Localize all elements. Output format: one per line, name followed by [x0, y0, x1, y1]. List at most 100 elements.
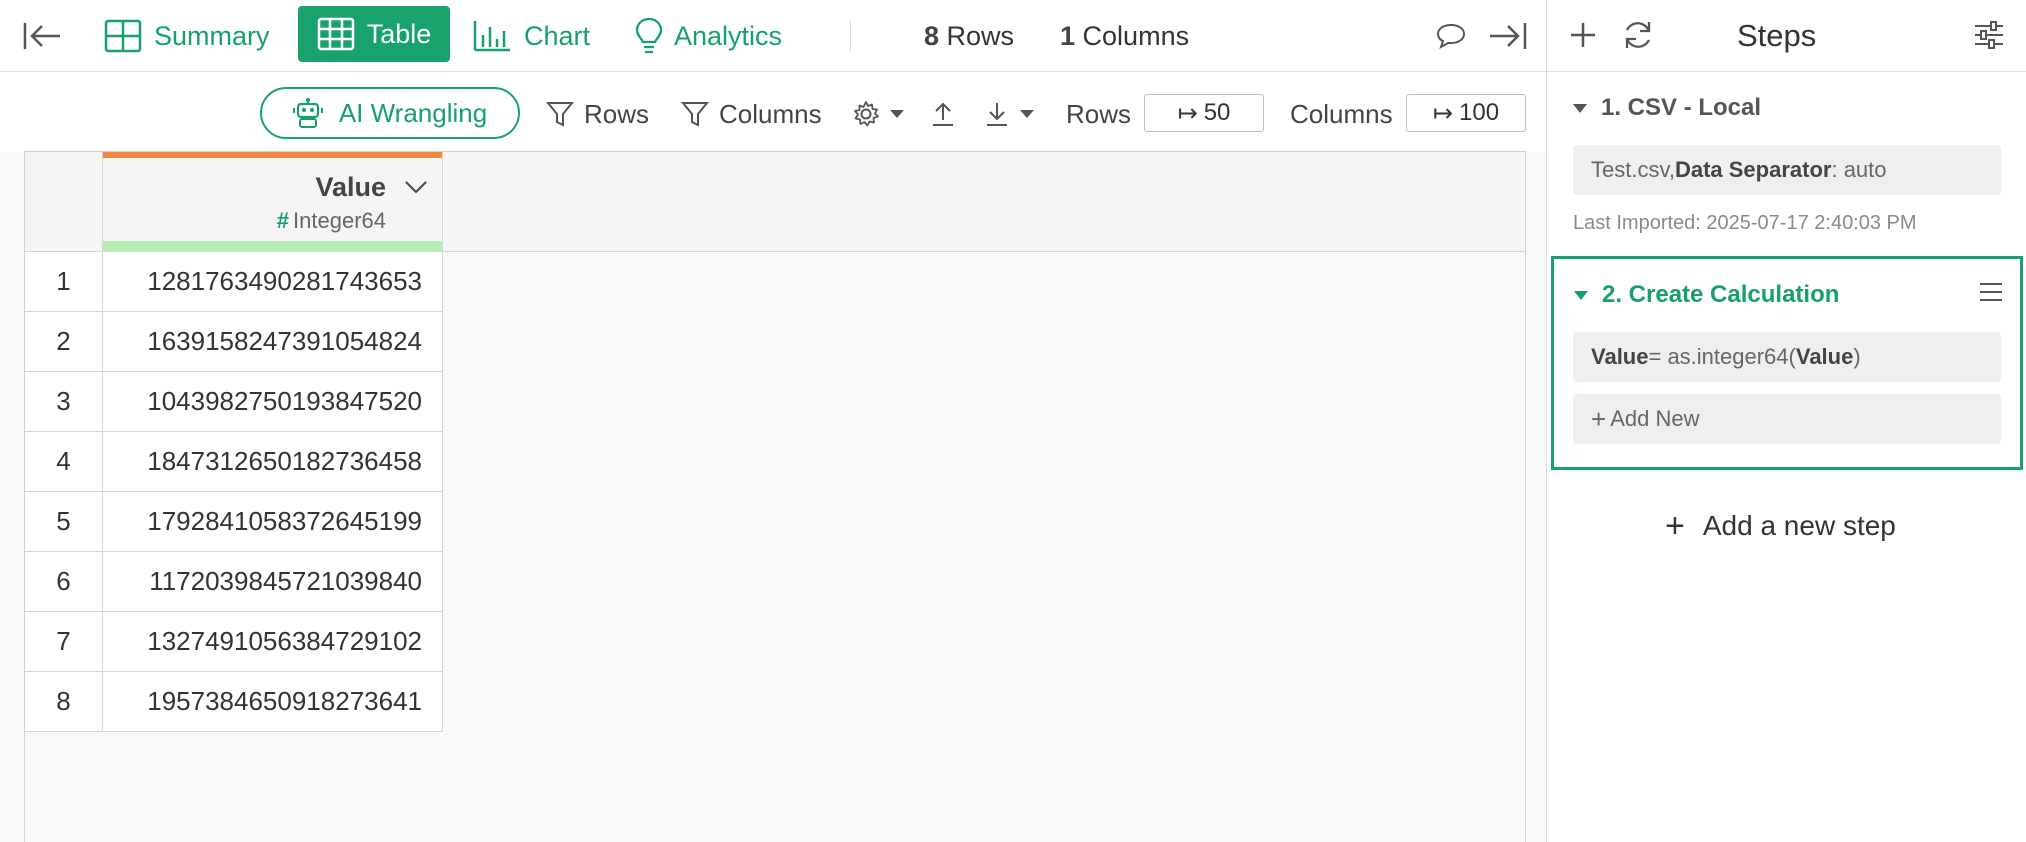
table-icon: [317, 17, 354, 51]
plus-icon: +: [1665, 506, 1685, 545]
row-number: 7: [25, 612, 103, 672]
collapse-triangle-icon[interactable]: [1573, 103, 1587, 113]
cell-value[interactable]: 1281763490281743653: [103, 252, 443, 312]
chevron-down-icon[interactable]: [404, 180, 428, 199]
table-row[interactable]: 8 1957384650918273641: [25, 672, 443, 732]
plus-icon: +: [1591, 403, 1607, 434]
rows-limit-input[interactable]: ↦ 50: [1144, 94, 1264, 132]
step-1-title: 1. CSV - Local: [1601, 94, 1762, 121]
upload-icon: [933, 102, 953, 126]
step-2-card[interactable]: 2. Create Calculation Value = as.integer…: [1551, 256, 2023, 470]
divider: [850, 20, 851, 52]
table-row[interactable]: 7 1327491056384729102: [25, 612, 443, 672]
cell-value[interactable]: 1847312650182736458: [103, 432, 443, 492]
data-table: Value # Integer64 1 1281763490281743653 2…: [24, 151, 1526, 842]
menu-icon[interactable]: [1978, 281, 2004, 308]
row-number: 3: [25, 372, 103, 432]
column-type: # Integer64: [277, 208, 386, 234]
columns-limit-label: Columns: [1290, 98, 1393, 129]
settings-dropdown[interactable]: [852, 92, 904, 136]
arrow-right-bar-icon: ↦: [1432, 99, 1454, 127]
step-1-sep-key: Data Separator: [1674, 157, 1832, 182]
refresh-icon[interactable]: [1621, 18, 1655, 57]
top-bar: Summary Table Chart Analytics 8 Rows 1 C…: [0, 0, 1546, 72]
row-number: 2: [25, 312, 103, 372]
tab-chart-label: Chart: [524, 20, 591, 51]
cell-value[interactable]: 1957384650918273641: [103, 672, 443, 732]
step-1-sep-value: : auto: [1831, 157, 1887, 182]
bar-chart-icon: [473, 21, 510, 52]
rows-filter-button[interactable]: Rows: [546, 92, 649, 136]
table-row[interactable]: 5 1792841058372645199: [25, 492, 443, 552]
tab-analytics[interactable]: Analytics: [634, 0, 782, 72]
add-step-button[interactable]: + Add a new step: [1665, 504, 1896, 548]
steps-panel: Steps 1. CSV - Local Test.csv, Data Sepa…: [1546, 0, 2026, 842]
download-icon: [987, 103, 1007, 126]
add-new-label: Add New: [1610, 406, 1700, 431]
download-dropdown[interactable]: [984, 92, 1044, 136]
grid-icon: [104, 19, 142, 53]
table-row[interactable]: 4 1847312650182736458: [25, 432, 443, 492]
table-row[interactable]: 2 1639158247391054824: [25, 312, 443, 372]
row-number: 1: [25, 252, 103, 312]
gear-icon: [854, 101, 879, 127]
steps-header: Steps: [1547, 0, 2026, 72]
tab-chart[interactable]: Chart: [472, 0, 590, 72]
expand-right-icon[interactable]: [1488, 0, 1528, 72]
table-row[interactable]: 3 1043982750193847520: [25, 372, 443, 432]
table-row[interactable]: 6 1172039845721039840: [25, 552, 443, 612]
cell-value[interactable]: 1327491056384729102: [103, 612, 443, 672]
expr-close: ): [1853, 344, 1861, 369]
sliders-icon[interactable]: [1973, 18, 2005, 57]
step-1-file: Test.csv,: [1591, 157, 1675, 182]
step-2-header[interactable]: 2. Create Calculation: [1574, 275, 1839, 315]
header-filler: [443, 152, 1525, 252]
collapse-left-icon[interactable]: [22, 0, 62, 72]
rows-count: 8 Rows: [924, 0, 1014, 72]
cell-value[interactable]: 1792841058372645199: [103, 492, 443, 552]
add-step-label: Add a new step: [1702, 510, 1896, 541]
upload-button[interactable]: [930, 92, 966, 136]
caret-down-icon: [890, 110, 904, 118]
hash-icon: #: [276, 208, 290, 233]
calculation-expression[interactable]: Value = as.integer64(Value): [1573, 332, 2001, 382]
steps-title: Steps: [1737, 18, 1817, 53]
collapse-triangle-icon[interactable]: [1574, 290, 1588, 300]
app-window: Summary Table Chart Analytics 8 Rows 1 C…: [0, 0, 2026, 842]
expr-target: Value: [1591, 344, 1649, 369]
filter-icon: [546, 102, 574, 127]
filter-icon: [681, 102, 709, 127]
plus-icon[interactable]: [1567, 18, 1599, 57]
columns-count-label: Columns: [1082, 20, 1190, 51]
rows-filter-label: Rows: [584, 98, 650, 129]
arrow-right-bar-icon: ↦: [1177, 99, 1198, 127]
step-1-detail[interactable]: Test.csv, Data Separator: auto: [1573, 145, 2001, 195]
tab-summary[interactable]: Summary: [104, 0, 270, 72]
tab-summary-label: Summary: [154, 20, 270, 51]
comment-icon[interactable]: [1436, 0, 1466, 72]
robot-icon: [292, 98, 323, 128]
step-1-header[interactable]: 1. CSV - Local: [1573, 88, 1761, 128]
columns-filter-button[interactable]: Columns: [681, 92, 822, 136]
column-quality-bar: [103, 241, 442, 251]
tab-table[interactable]: Table: [298, 6, 450, 62]
row-number: 8: [25, 672, 103, 732]
add-new-button[interactable]: + Add New: [1573, 394, 2001, 444]
cell-value[interactable]: 1043982750193847520: [103, 372, 443, 432]
columns-count-value: 1: [1060, 20, 1076, 51]
columns-count: 1 Columns: [1060, 0, 1189, 72]
row-header-corner: [25, 152, 103, 252]
column-header-accent: [103, 152, 442, 158]
cell-value[interactable]: 1172039845721039840: [103, 552, 443, 612]
rows-count-label: Rows: [946, 20, 1015, 51]
step-2-title: 2. Create Calculation: [1602, 281, 1840, 308]
cell-value[interactable]: 1639158247391054824: [103, 312, 443, 372]
table-row[interactable]: 1 1281763490281743653: [25, 252, 443, 312]
ai-wrangling-button[interactable]: AI Wrangling: [260, 87, 520, 139]
expr-argument: Value: [1795, 344, 1854, 369]
column-header-value[interactable]: Value # Integer64: [103, 152, 443, 252]
lightbulb-icon: [635, 17, 663, 54]
row-number: 5: [25, 492, 103, 552]
columns-limit-input[interactable]: ↦ 100: [1406, 94, 1526, 132]
data-pane: Summary Table Chart Analytics 8 Rows 1 C…: [0, 0, 1546, 842]
